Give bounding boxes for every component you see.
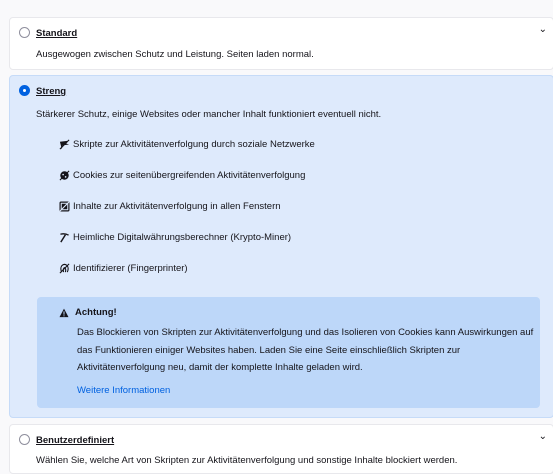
strict-radio[interactable]	[19, 85, 30, 96]
cookie-icon	[59, 170, 70, 181]
feature-label: Skripte zur Aktivitätenverfolgung durch …	[73, 139, 315, 150]
standard-radio[interactable]	[19, 27, 30, 38]
feature-label: Cookies zur seitenübergreifenden Aktivit…	[73, 170, 306, 181]
warning-title: Achtung!	[75, 307, 117, 318]
feature-label: Heimliche Digitalwährungsberechner (Kryp…	[73, 232, 292, 243]
cryptominer-icon	[59, 233, 70, 243]
warning-icon	[59, 308, 69, 317]
tracking-content-icon	[59, 201, 70, 212]
feature-social-trackers: Skripte zur Aktivitätenverfolgung durch …	[59, 139, 315, 150]
standard-description: Ausgewogen zwischen Schutz und Leistung.…	[36, 49, 314, 60]
feature-label: Inhalte zur Aktivitätenverfolgung in all…	[73, 201, 281, 212]
custom-description: Wählen Sie, welche Art von Skripten zur …	[36, 455, 458, 466]
strict-title[interactable]: Streng	[36, 86, 66, 97]
chevron-down-icon[interactable]: ⌄	[539, 24, 547, 35]
feature-fingerprinters: Identifizierer (Fingerprinter)	[59, 263, 188, 274]
standard-title[interactable]: Standard	[36, 28, 77, 39]
social-tracker-icon	[59, 139, 70, 150]
strict-description: Stärkerer Schutz, einige Websites oder m…	[36, 109, 382, 120]
warning-body: Das Blockieren von Skripten zur Aktivitä…	[77, 327, 534, 373]
chevron-down-icon[interactable]: ⌄	[539, 431, 547, 442]
warning-title-row: Achtung!	[59, 307, 117, 318]
fingerprinter-icon	[59, 263, 70, 274]
warning-box: Achtung! Das Blockieren von Skripten zur…	[37, 297, 540, 408]
feature-cookies: Cookies zur seitenübergreifenden Aktivit…	[59, 170, 305, 181]
strict-option-card[interactable]: Streng Stärkerer Schutz, einige Websites…	[9, 75, 553, 418]
learn-more-link[interactable]: Weitere Informationen	[77, 385, 170, 396]
standard-option-card[interactable]: Standard ⌄ Ausgewogen zwischen Schutz un…	[9, 17, 553, 70]
custom-radio[interactable]	[19, 434, 30, 445]
custom-title[interactable]: Benutzerdefiniert	[36, 435, 114, 446]
feature-tracking-content: Inhalte zur Aktivitätenverfolgung in all…	[59, 201, 281, 212]
feature-cryptominers: Heimliche Digitalwährungsberechner (Kryp…	[59, 232, 291, 243]
custom-option-card[interactable]: Benutzerdefiniert ⌄ Wählen Sie, welche A…	[9, 424, 553, 474]
feature-label: Identifizierer (Fingerprinter)	[73, 263, 188, 274]
